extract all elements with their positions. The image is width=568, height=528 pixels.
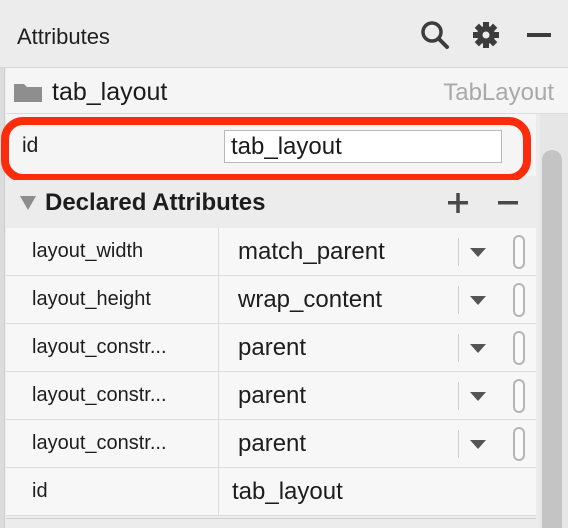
- attributes-header: Attributes: [0, 0, 568, 68]
- section-title: Declared Attributes: [45, 189, 266, 216]
- id-attribute-row: id tab_layout: [6, 114, 536, 176]
- search-icon[interactable]: [420, 20, 450, 50]
- minimize-icon[interactable]: [524, 20, 554, 50]
- dropdown-separator: [458, 382, 459, 410]
- resource-picker-button[interactable]: [513, 379, 525, 413]
- minus-icon[interactable]: [494, 189, 522, 217]
- table-row[interactable]: layout_width match_parent: [6, 228, 536, 276]
- attribute-table: layout_width match_parent layout_height …: [6, 228, 536, 516]
- chevron-down-icon[interactable]: [470, 440, 486, 449]
- chevron-down-icon[interactable]: [470, 392, 486, 401]
- scrollbar-thumb[interactable]: [542, 150, 562, 528]
- column-divider: [218, 228, 219, 276]
- table-row[interactable]: layout_constr... parent: [6, 420, 536, 468]
- attribute-value[interactable]: wrap_content: [238, 286, 382, 314]
- table-row[interactable]: id tab_layout: [6, 468, 536, 516]
- resource-picker-button[interactable]: [513, 427, 525, 461]
- id-input[interactable]: tab_layout: [224, 130, 502, 163]
- resource-picker-button[interactable]: [513, 331, 525, 365]
- selected-component-row: tab_layout TabLayout: [6, 68, 568, 114]
- column-divider: [218, 468, 219, 516]
- column-divider: [218, 276, 219, 324]
- gear-icon[interactable]: [471, 20, 501, 50]
- scrollbar[interactable]: [540, 114, 568, 528]
- attribute-name: id: [32, 480, 48, 502]
- attribute-value[interactable]: parent: [238, 334, 306, 362]
- resource-picker-button[interactable]: [513, 283, 525, 317]
- chevron-down-icon[interactable]: [470, 248, 486, 257]
- attribute-value[interactable]: parent: [238, 382, 306, 410]
- component-name: tab_layout: [52, 78, 168, 106]
- chevron-down-icon[interactable]: [470, 296, 486, 305]
- collapse-triangle-icon[interactable]: [20, 196, 36, 210]
- attribute-value[interactable]: tab_layout: [232, 478, 343, 506]
- column-divider: [218, 324, 219, 372]
- attribute-name: layout_constr...: [32, 336, 167, 358]
- id-label: id: [22, 134, 39, 157]
- attribute-name: layout_width: [32, 240, 144, 262]
- declared-attributes-section[interactable]: Declared Attributes: [6, 180, 536, 228]
- table-bottom-border: [6, 518, 536, 528]
- attribute-value[interactable]: match_parent: [238, 238, 385, 266]
- dropdown-separator: [458, 430, 459, 458]
- column-divider: [218, 372, 219, 420]
- table-row[interactable]: layout_constr... parent: [6, 372, 536, 420]
- table-row[interactable]: layout_height wrap_content: [6, 276, 536, 324]
- attribute-name: layout_height: [32, 288, 151, 310]
- column-divider: [218, 420, 219, 468]
- resource-picker-button[interactable]: [513, 235, 525, 269]
- dropdown-separator: [458, 286, 459, 314]
- chevron-down-icon[interactable]: [470, 344, 486, 353]
- plus-icon[interactable]: [444, 189, 472, 217]
- attribute-name: layout_constr...: [32, 432, 167, 454]
- folder-icon: [14, 82, 42, 107]
- component-type: TabLayout: [443, 79, 554, 106]
- panel-title: Attributes: [17, 24, 110, 49]
- dropdown-separator: [458, 334, 459, 362]
- attribute-name: layout_constr...: [32, 384, 167, 406]
- attribute-value[interactable]: parent: [238, 430, 306, 458]
- dropdown-separator: [458, 238, 459, 266]
- table-row[interactable]: layout_constr... parent: [6, 324, 536, 372]
- panel-left-edge: [0, 0, 5, 528]
